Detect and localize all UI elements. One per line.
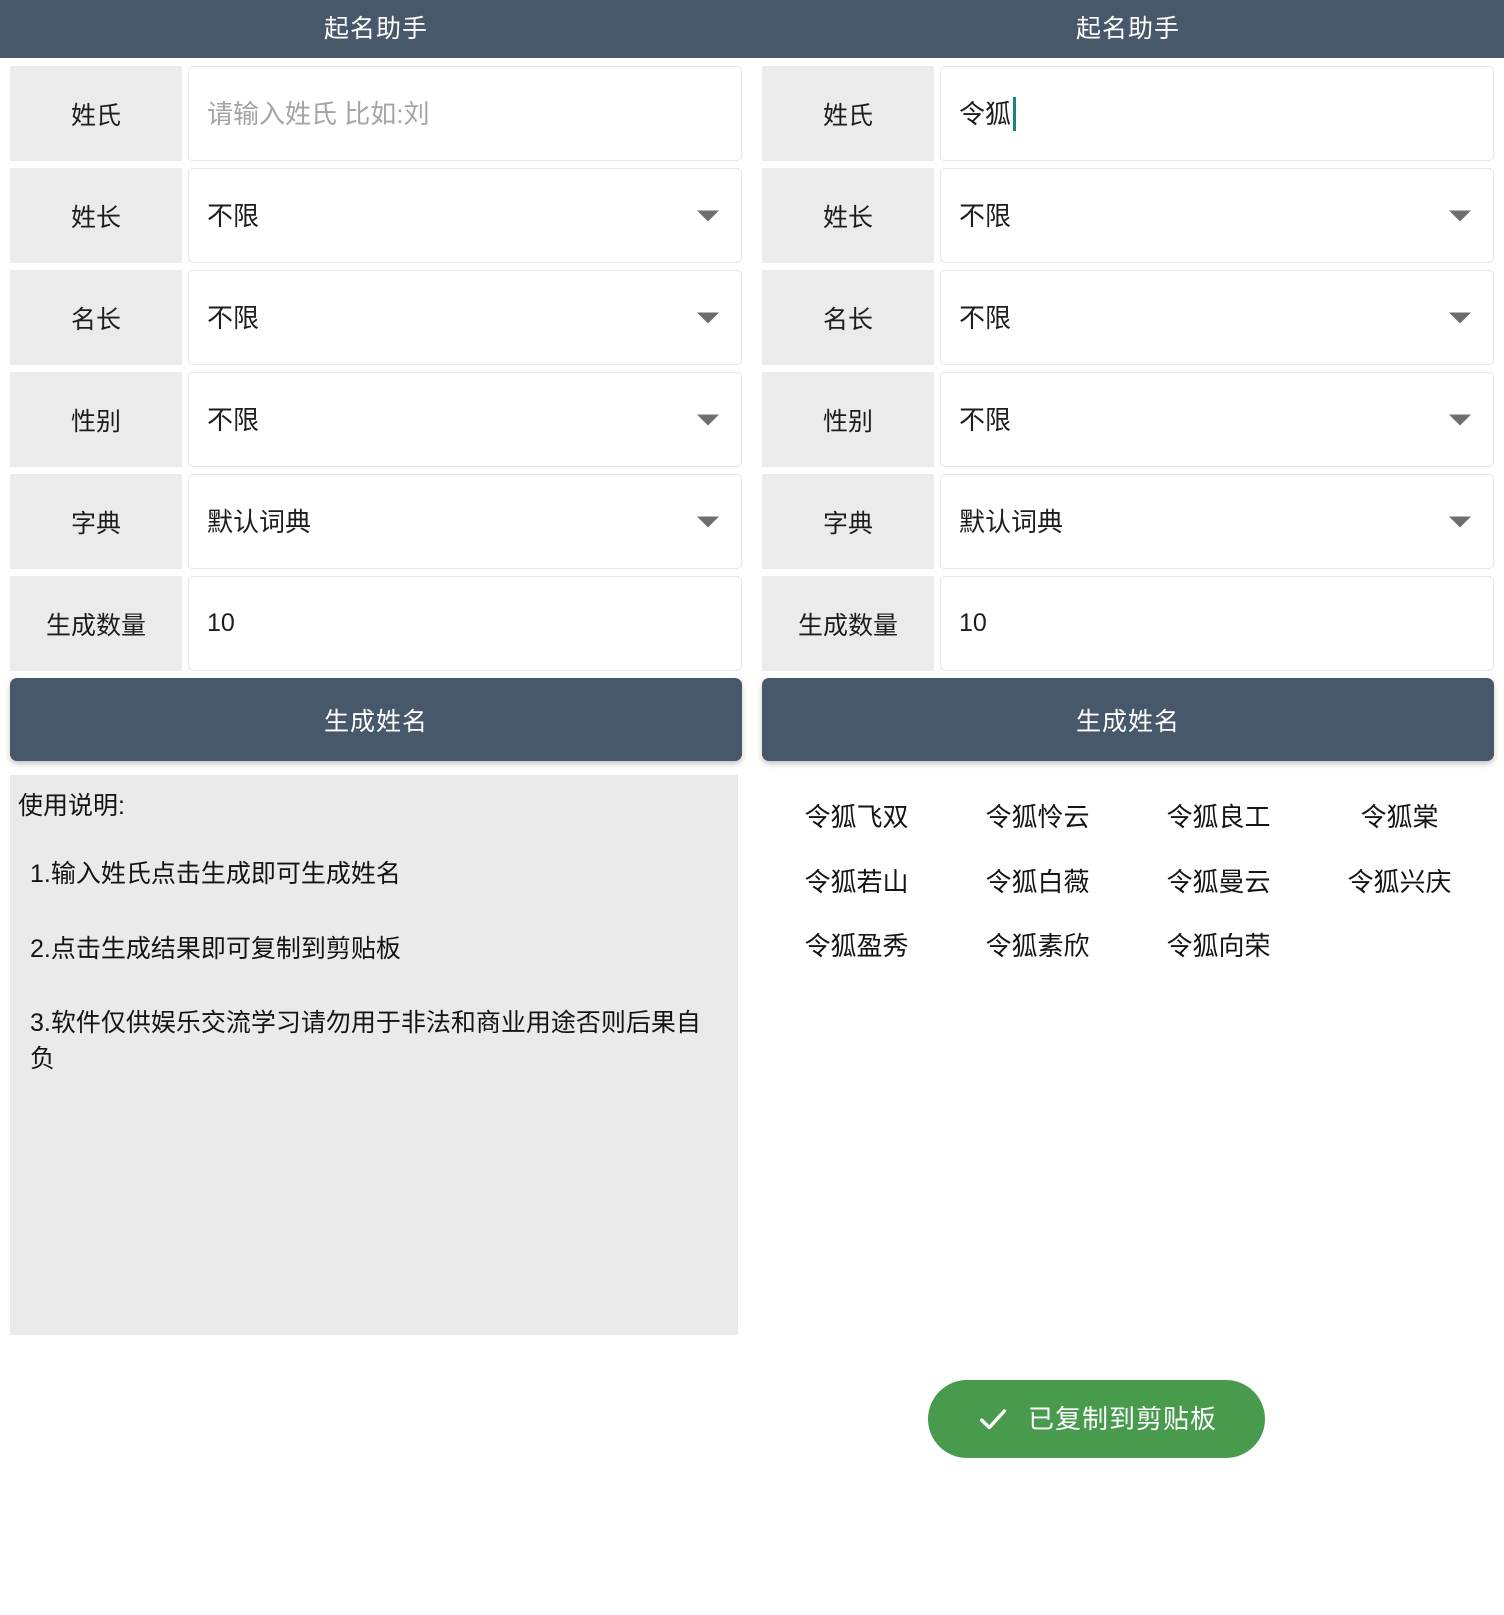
field-label: 姓长 <box>10 168 182 263</box>
chevron-down-icon <box>697 414 719 425</box>
dictionary-select-left[interactable]: 默认词典 <box>188 474 742 569</box>
list-item[interactable]: 令狐良工 <box>1128 785 1309 850</box>
field-label: 字典 <box>10 474 182 569</box>
chevron-down-icon <box>1449 312 1471 323</box>
field-label: 性别 <box>762 372 934 467</box>
field-label: 字典 <box>762 474 934 569</box>
list-item[interactable]: 令狐盈秀 <box>766 914 947 979</box>
list-item[interactable]: 令狐曼云 <box>1128 850 1309 915</box>
select-value: 不限 <box>207 302 260 333</box>
generate-button-left[interactable]: 生成姓名 <box>10 678 742 761</box>
gender-select-left[interactable]: 不限 <box>188 372 742 467</box>
count-value: 10 <box>207 609 235 637</box>
toast-message: 已复制到剪贴板 <box>1027 1404 1217 1434</box>
form-row-dictionary-right: 字典 默认词典 <box>762 474 1494 569</box>
gender-select-right[interactable]: 不限 <box>940 372 1494 467</box>
form-row-surname-right: 姓氏 令狐 <box>762 66 1494 161</box>
chevron-down-icon <box>1449 516 1471 527</box>
select-value: 默认词典 <box>959 506 1064 537</box>
chevron-down-icon <box>697 210 719 221</box>
header-left: 起名助手 <box>0 0 752 58</box>
app-root: 起名助手 起名助手 姓氏 请输入姓氏 比如:刘 姓长 不限 名长 不限 性别 不… <box>0 0 1504 1615</box>
select-value: 不限 <box>959 200 1012 231</box>
text-cursor <box>1013 96 1017 131</box>
list-item[interactable]: 令狐素欣 <box>947 914 1128 979</box>
usage-instructions-panel: 使用说明: 1.输入姓氏点击生成即可生成姓名 2.点击生成结果即可复制到剪贴板 … <box>10 775 738 1335</box>
field-label: 名长 <box>10 270 182 365</box>
list-item[interactable]: 令狐飞双 <box>766 785 947 850</box>
usage-instruction-item: 1.输入姓氏点击生成即可生成姓名 <box>30 860 401 889</box>
generate-button-label: 生成姓名 <box>323 707 428 736</box>
surname-length-select-left[interactable]: 不限 <box>188 168 742 263</box>
chevron-down-icon <box>697 516 719 527</box>
usage-instructions-title: 使用说明: <box>18 792 125 820</box>
list-item[interactable]: 令狐怜云 <box>947 785 1128 850</box>
field-label: 性别 <box>10 372 182 467</box>
form-row-gender-left: 性别 不限 <box>10 372 742 467</box>
generate-button-label: 生成姓名 <box>1075 707 1180 736</box>
surname-input-left[interactable]: 请输入姓氏 比如:刘 <box>188 66 742 161</box>
field-label: 生成数量 <box>762 576 934 671</box>
select-value: 不限 <box>959 404 1012 435</box>
select-value: 不限 <box>207 404 260 435</box>
select-value: 不限 <box>959 302 1012 333</box>
field-label: 姓氏 <box>762 66 934 161</box>
count-input-left[interactable]: 10 <box>188 576 742 671</box>
count-value: 10 <box>959 609 987 637</box>
panel-left: 姓氏 请输入姓氏 比如:刘 姓长 不限 名长 不限 性别 不限 字典 默认词典 … <box>0 58 752 1615</box>
usage-instruction-item: 2.点击生成结果即可复制到剪贴板 <box>30 934 401 963</box>
surname-input-right[interactable]: 令狐 <box>940 66 1494 161</box>
select-value: 不限 <box>207 200 260 231</box>
form-row-dictionary-left: 字典 默认词典 <box>10 474 742 569</box>
form-right: 姓氏 令狐 姓长 不限 名长 不限 性别 不限 字典 默认词典 生成数量 10 <box>752 58 1504 671</box>
form-row-given-length-right: 名长 不限 <box>762 270 1494 365</box>
form-row-gender-right: 性别 不限 <box>762 372 1494 467</box>
list-item[interactable]: 令狐白薇 <box>947 850 1128 915</box>
page-title-left: 起名助手 <box>323 14 428 43</box>
surname-length-select-right[interactable]: 不限 <box>940 168 1494 263</box>
surname-placeholder-left: 请输入姓氏 比如:刘 <box>207 98 430 129</box>
surname-value-right: 令狐 <box>959 98 1012 129</box>
field-label: 姓氏 <box>10 66 182 161</box>
field-label: 生成数量 <box>10 576 182 671</box>
form-row-given-length-left: 名长 不限 <box>10 270 742 365</box>
field-label: 姓长 <box>762 168 934 263</box>
page-title-right: 起名助手 <box>1075 14 1180 43</box>
select-value: 默认词典 <box>207 506 312 537</box>
given-length-select-left[interactable]: 不限 <box>188 270 742 365</box>
check-icon <box>979 1409 1007 1430</box>
header-right: 起名助手 <box>752 0 1504 58</box>
generated-names-list: 令狐飞双 令狐怜云 令狐良工 令狐棠 令狐若山 令狐白薇 令狐曼云 令狐兴庆 令… <box>752 785 1504 979</box>
form-row-count-left: 生成数量 10 <box>10 576 742 671</box>
app-header: 起名助手 起名助手 <box>0 0 1504 58</box>
form-left: 姓氏 请输入姓氏 比如:刘 姓长 不限 名长 不限 性别 不限 字典 默认词典 … <box>0 58 752 671</box>
list-item[interactable]: 令狐兴庆 <box>1309 850 1490 915</box>
list-item[interactable]: 令狐若山 <box>766 850 947 915</box>
form-row-surname-length-left: 姓长 不限 <box>10 168 742 263</box>
dictionary-select-right[interactable]: 默认词典 <box>940 474 1494 569</box>
given-length-select-right[interactable]: 不限 <box>940 270 1494 365</box>
usage-instruction-item: 3.软件仅供娱乐交流学习请勿用于非法和商业用途否则后果自负 <box>30 1008 701 1073</box>
list-item[interactable]: 令狐向荣 <box>1128 914 1309 979</box>
field-label: 名长 <box>762 270 934 365</box>
copied-toast: 已复制到剪贴板 <box>928 1380 1265 1458</box>
chevron-down-icon <box>1449 210 1471 221</box>
count-input-right[interactable]: 10 <box>940 576 1494 671</box>
chevron-down-icon <box>1449 414 1471 425</box>
form-row-surname-length-right: 姓长 不限 <box>762 168 1494 263</box>
form-row-count-right: 生成数量 10 <box>762 576 1494 671</box>
chevron-down-icon <box>697 312 719 323</box>
list-item[interactable]: 令狐棠 <box>1309 785 1490 850</box>
form-row-surname-left: 姓氏 请输入姓氏 比如:刘 <box>10 66 742 161</box>
generate-button-right[interactable]: 生成姓名 <box>762 678 1494 761</box>
